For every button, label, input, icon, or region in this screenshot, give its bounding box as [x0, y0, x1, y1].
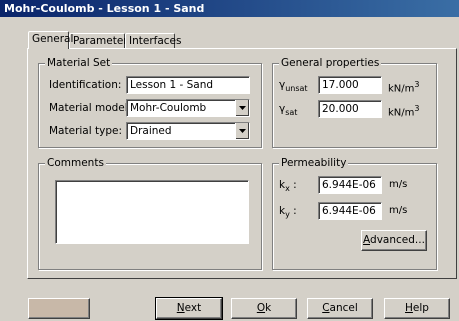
ky-unit: m/s: [389, 205, 408, 216]
gamma-unsat-label: γunsat: [279, 79, 308, 94]
gamma-sat-unit: kN/m3: [388, 104, 420, 119]
tab-interfaces[interactable]: Interfaces: [125, 33, 181, 48]
gamma-unsat-input[interactable]: 17.000: [318, 76, 382, 94]
identification-label: Identification:: [49, 79, 122, 91]
material-type-label: Material type:: [49, 125, 122, 137]
general-properties-title: General properties: [279, 56, 382, 70]
comments-group: Comments: [38, 156, 262, 270]
material-set-group: Material Set Identification: Lesson 1 - …: [38, 56, 262, 148]
tab-panel-general: Material Set Identification: Lesson 1 - …: [27, 48, 457, 279]
tab-parameters[interactable]: Parameters: [69, 33, 133, 48]
permeability-group: Permeability kx : 6.944E-06 m/s ky : 6.9…: [272, 156, 437, 270]
identification-input[interactable]: Lesson 1 - Sand: [126, 76, 250, 94]
advanced-button[interactable]: Advanced...: [361, 230, 427, 251]
material-model-select[interactable]: Mohr-Coulomb: [126, 99, 250, 117]
ky-input[interactable]: 6.944E-06: [318, 202, 382, 220]
chevron-down-icon[interactable]: [235, 123, 249, 139]
ok-button[interactable]: Ok: [231, 298, 297, 319]
comments-textarea[interactable]: [55, 180, 249, 244]
cancel-button[interactable]: Cancel: [307, 298, 373, 319]
help-button[interactable]: Help: [384, 298, 450, 319]
tab-general[interactable]: General: [28, 31, 73, 49]
window-title-bar[interactable]: Mohr-Coulomb - Lesson 1 - Sand: [0, 0, 459, 17]
gamma-unsat-unit: kN/m3: [388, 80, 420, 95]
material-model-label: Material model:: [49, 102, 132, 114]
general-properties-group: General properties γunsat 17.000 kN/m3 γ…: [272, 56, 437, 148]
window-title: Mohr-Coulomb - Lesson 1 - Sand: [4, 2, 205, 15]
gamma-sat-input[interactable]: 20.000: [318, 100, 382, 118]
material-set-title: Material Set: [45, 56, 113, 70]
next-button[interactable]: Next: [155, 297, 223, 320]
kx-label: kx :: [279, 179, 297, 194]
kx-input[interactable]: 6.944E-06: [318, 176, 382, 194]
ky-label: ky :: [279, 205, 297, 220]
material-type-value: Drained: [130, 125, 172, 137]
comments-title: Comments: [45, 156, 106, 170]
material-type-select[interactable]: Drained: [126, 122, 250, 140]
permeability-title: Permeability: [279, 156, 349, 170]
disabled-button: [28, 298, 90, 319]
material-model-value: Mohr-Coulomb: [130, 102, 207, 114]
gamma-sat-label: γsat: [279, 103, 298, 118]
chevron-down-icon[interactable]: [235, 100, 249, 116]
kx-unit: m/s: [389, 179, 408, 190]
